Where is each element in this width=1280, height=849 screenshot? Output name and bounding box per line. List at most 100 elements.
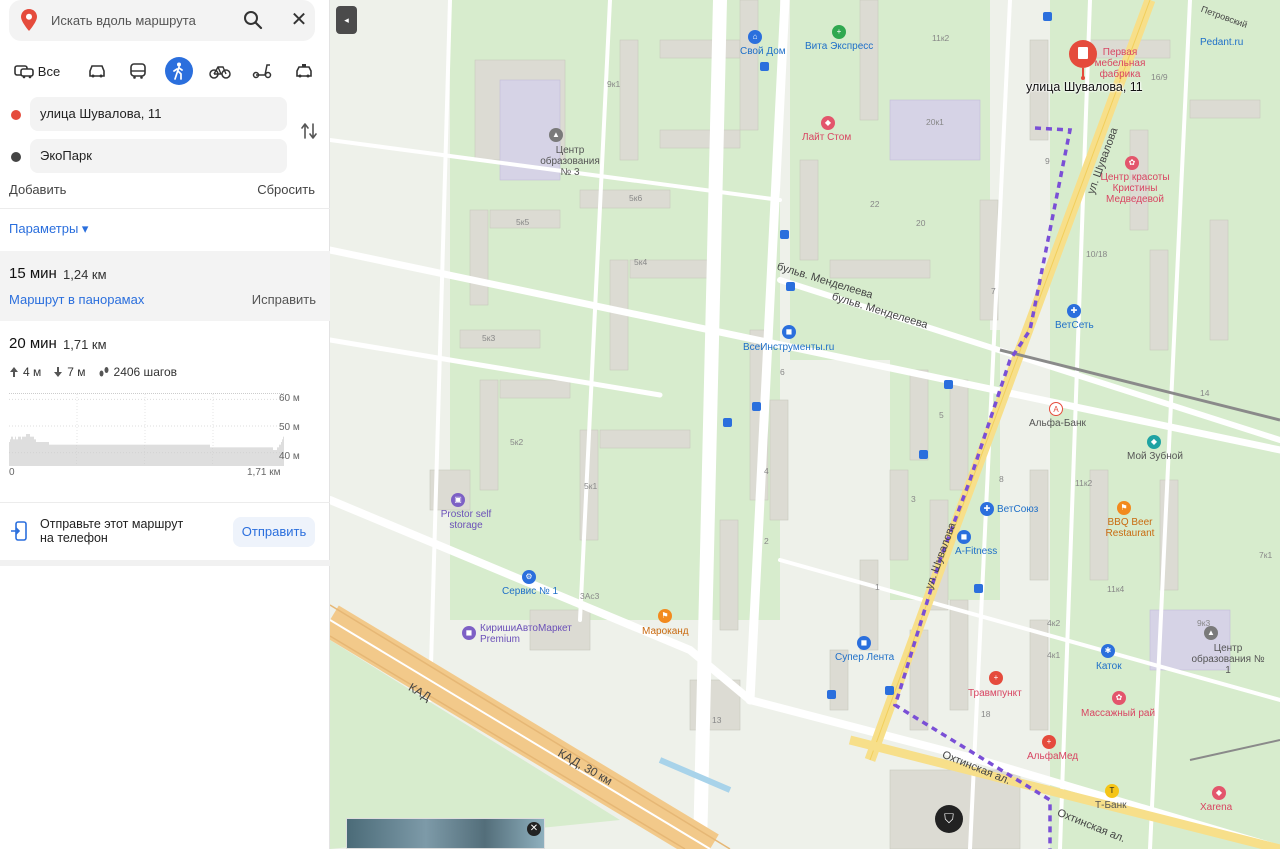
send-button[interactable]: Отправить <box>233 517 315 547</box>
storage-icon[interactable]: ▣ <box>451 493 465 507</box>
panorama-thumbnail[interactable]: ✕ <box>346 818 545 849</box>
poi-label[interactable]: КиришиАвтоМаркет Premium <box>480 623 580 645</box>
poi-label[interactable]: Т-Банк <box>1095 800 1126 811</box>
poi-label[interactable]: Pedant.ru <box>1200 37 1243 48</box>
store-icon[interactable]: ◼ <box>782 325 796 339</box>
route-params-dropdown[interactable]: Параметры ▾ <box>9 221 88 237</box>
elevation-bar <box>234 447 235 466</box>
school-icon[interactable]: ▲ <box>549 128 563 142</box>
poi-label[interactable]: Массажный рай <box>1081 708 1155 719</box>
poi-icon[interactable]: ⌂ <box>748 30 762 44</box>
massage-icon[interactable]: ✿ <box>1112 691 1126 705</box>
bank-icon[interactable]: T <box>1105 784 1119 798</box>
elevation-bar <box>130 444 131 466</box>
close-icon[interactable]: ✕ <box>527 822 541 836</box>
mode-car-button[interactable] <box>85 56 109 86</box>
bus-stop-icon[interactable] <box>760 62 769 71</box>
elevation-bar <box>266 447 267 466</box>
elevation-bar <box>274 450 275 466</box>
route-panorama-link[interactable]: Маршрут в панорамах <box>9 292 144 307</box>
bus-stop-icon[interactable] <box>944 380 953 389</box>
poi-label[interactable]: Мой Зубной <box>1127 451 1183 462</box>
vet-icon[interactable]: ✚ <box>980 502 994 516</box>
school-icon[interactable]: ▲ <box>1204 626 1218 640</box>
bus-stop-icon[interactable] <box>786 282 795 291</box>
poi-label[interactable]: Альфа-Банк <box>1029 418 1086 429</box>
elevation-bar <box>59 444 60 466</box>
house-number: 5 <box>939 410 944 420</box>
close-icon[interactable]: ✕ <box>287 9 311 31</box>
end-point-field[interactable]: ЭкоПарк <box>30 139 287 173</box>
route-fix-link[interactable]: Исправить <box>252 292 316 307</box>
poi-label[interactable]: Центр образования № 1 <box>1188 643 1268 676</box>
bus-stop-icon[interactable] <box>1043 12 1052 21</box>
route-option-1[interactable]: 15 мин 1,24 км Маршрут в панорамах Испра… <box>0 251 330 321</box>
bus-stop-icon[interactable] <box>919 450 928 459</box>
poi-label[interactable]: A-Fitness <box>955 546 997 557</box>
vet-icon[interactable]: ✚ <box>1067 304 1081 318</box>
collapse-panel-button[interactable]: ◂ <box>336 6 357 34</box>
mode-bus-button[interactable] <box>126 56 150 86</box>
elevation-bar <box>115 444 116 466</box>
dentist-icon[interactable]: ◆ <box>1147 435 1161 449</box>
mode-walk-button[interactable] <box>165 57 193 85</box>
mode-taxi-button[interactable] <box>292 56 316 86</box>
mode-all-button[interactable]: Все <box>9 56 65 86</box>
destination-label[interactable]: улица Шувалова, 11 <box>1026 80 1143 94</box>
elevation-bar <box>87 444 88 466</box>
poi-label[interactable]: ВетСоюз <box>997 504 1038 515</box>
elevation-bar <box>65 444 66 466</box>
poi-label[interactable]: Центр красоты Кристины Медведевой <box>1095 172 1175 205</box>
poi-label[interactable]: ВетСеть <box>1055 320 1094 331</box>
poi-label[interactable]: Свой Дом <box>740 46 786 57</box>
elevation-bar <box>203 444 204 466</box>
elevation-bar <box>255 447 256 466</box>
mode-scooter-button[interactable] <box>250 56 274 86</box>
map-view[interactable]: ⌂ Свой Дом + Вита Экспресс ▲ Центр образ… <box>330 0 1280 849</box>
fitness-icon[interactable]: ◼ <box>957 530 971 544</box>
mode-bike-button[interactable] <box>208 56 232 86</box>
poi-label[interactable]: Сервис № 1 <box>502 586 558 597</box>
pharmacy-icon[interactable]: + <box>832 25 846 39</box>
poi-label[interactable]: Prostor self storage <box>431 509 501 531</box>
poi-label[interactable]: Травмпункт <box>968 688 1022 699</box>
beauty-icon[interactable]: ✿ <box>1125 156 1139 170</box>
poi-label[interactable]: Центр образования № 3 <box>535 145 605 178</box>
add-point-button[interactable]: Добавить <box>9 182 66 197</box>
shopping-bag-icon[interactable]: ⛉ <box>935 805 963 833</box>
bank-icon[interactable]: А <box>1049 402 1063 416</box>
clinic-icon[interactable]: + <box>1042 735 1056 749</box>
ice-rink-icon[interactable]: ✱ <box>1101 644 1115 658</box>
poi-label[interactable]: BBQ Beer Restaurant <box>1100 517 1160 539</box>
poi-label[interactable]: Первая мебельная фабрика <box>1090 47 1150 80</box>
reset-button[interactable]: Сбросить <box>257 182 315 197</box>
clinic-icon[interactable]: + <box>989 671 1003 685</box>
poi-label[interactable]: Каток <box>1096 661 1122 672</box>
restaurant-icon[interactable]: ⚑ <box>658 609 672 623</box>
swap-points-icon[interactable] <box>298 120 320 142</box>
house-number: 4к1 <box>1047 650 1061 660</box>
dentist-icon[interactable]: ◆ <box>821 116 835 130</box>
bus-stop-icon[interactable] <box>723 418 732 427</box>
poi-label[interactable]: Вита Экспресс <box>805 41 873 52</box>
route-search-input[interactable] <box>51 9 241 31</box>
supermarket-icon[interactable]: ◼ <box>857 636 871 650</box>
car-shop-icon[interactable]: ◼ <box>462 626 476 640</box>
bus-stop-icon[interactable] <box>827 690 836 699</box>
poi-label[interactable]: Супер Лента <box>835 652 894 663</box>
poi-label[interactable]: АльфаМед <box>1027 751 1078 762</box>
elevation-bar <box>32 436 33 466</box>
poi-label[interactable]: Xarena <box>1200 802 1232 813</box>
bus-stop-icon[interactable] <box>780 230 789 239</box>
car-service-icon[interactable]: ⚙ <box>522 570 536 584</box>
bus-stop-icon[interactable] <box>974 584 983 593</box>
bus-stop-icon[interactable] <box>885 686 894 695</box>
entertainment-icon[interactable]: ◆ <box>1212 786 1226 800</box>
restaurant-icon[interactable]: ⚑ <box>1117 501 1131 515</box>
poi-label[interactable]: ВсеИнструменты.ru <box>743 342 834 353</box>
start-point-field[interactable]: улица Шувалова, 11 <box>30 97 287 131</box>
poi-label[interactable]: Мароканд <box>642 626 689 637</box>
search-icon[interactable] <box>241 9 265 31</box>
bus-stop-icon[interactable] <box>752 402 761 411</box>
poi-label[interactable]: Лайт Стом <box>802 132 851 143</box>
